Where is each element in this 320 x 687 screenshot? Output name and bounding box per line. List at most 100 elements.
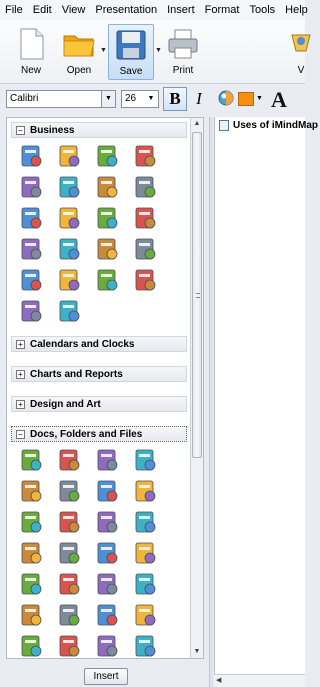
category-design-label: Design and Art [30, 398, 101, 410]
folder-refresh-icon[interactable] [57, 479, 81, 503]
panel-splitter[interactable] [209, 117, 213, 687]
new-label: New [20, 65, 41, 76]
print-label: Print [172, 65, 194, 76]
doc-copy-icon[interactable] [95, 510, 119, 534]
credit-card-gold-icon[interactable] [95, 175, 119, 199]
folder-add-icon[interactable] [95, 448, 119, 472]
folder-remove-icon[interactable] [19, 510, 43, 534]
scroll-down-icon[interactable]: ▼ [191, 646, 203, 658]
cabinet-blue-icon[interactable] [95, 206, 119, 230]
insert-button[interactable]: Insert [84, 668, 128, 685]
window-icon[interactable] [95, 572, 119, 596]
outline-root-item[interactable]: Uses of iMindMap [219, 120, 318, 131]
doc-lens-icon[interactable] [133, 448, 157, 472]
folder-brush-icon[interactable] [57, 634, 81, 658]
new-button[interactable]: New [8, 24, 54, 80]
doc-plain-icon[interactable] [95, 603, 119, 627]
scroll-up-icon[interactable]: ▲ [191, 118, 203, 130]
folders-icon[interactable] [133, 541, 157, 565]
category-docs-folders-files[interactable]: − Docs, Folders and Files [11, 426, 187, 442]
cart-remove-icon[interactable] [133, 175, 157, 199]
doc-add-icon[interactable] [19, 448, 43, 472]
category-charts-reports[interactable]: + Charts and Reports [11, 366, 187, 382]
folder-open-2-icon[interactable] [95, 541, 119, 565]
cabinet-icon[interactable] [57, 206, 81, 230]
folder-wrench-icon[interactable] [57, 510, 81, 534]
doc-stack-add-icon[interactable] [57, 448, 81, 472]
expand-icon[interactable]: + [16, 399, 25, 409]
office-building-blue-icon[interactable] [19, 268, 43, 292]
size-dropdown-icon[interactable]: ▼ [144, 91, 158, 107]
package-tag-icon[interactable] [95, 268, 119, 292]
expand-icon[interactable]: + [16, 339, 25, 349]
main-toolbar: New Open ▼ Save ▼ Print V [0, 20, 311, 84]
vertical-scrollbar[interactable]: ▲ ▼ [190, 118, 203, 658]
fill-color-dropdown-icon[interactable]: ▼ [256, 92, 264, 106]
receipt-icon[interactable] [57, 237, 81, 261]
doc-brush-icon[interactable] [95, 634, 119, 658]
coins-icon[interactable] [133, 144, 157, 168]
doc-image-icon[interactable] [57, 572, 81, 596]
doc-remove-icon[interactable] [95, 479, 119, 503]
scroll-thumb[interactable] [192, 132, 202, 458]
menu-format[interactable]: Format [200, 4, 245, 16]
doc-numbered-icon[interactable] [19, 634, 43, 658]
view-icon [284, 27, 318, 61]
italic-button[interactable]: I [190, 89, 208, 109]
menu-tools[interactable]: Tools [244, 4, 280, 16]
font-family-select[interactable]: Calibri ▼ [6, 90, 116, 108]
collapse-icon[interactable]: − [16, 429, 25, 439]
open-dropdown-icon[interactable]: ▼ [100, 46, 108, 56]
package-icon[interactable] [57, 268, 81, 292]
package-arrow-icon[interactable] [133, 268, 157, 292]
menu-view[interactable]: View [57, 4, 91, 16]
open-button[interactable]: Open [56, 24, 102, 80]
truck-icon[interactable] [57, 299, 81, 323]
fill-color-swatch[interactable] [238, 92, 254, 106]
color-picker-icon[interactable] [218, 89, 234, 107]
factory-icon[interactable] [19, 206, 43, 230]
category-calendars-clocks[interactable]: + Calendars and Clocks [11, 336, 187, 352]
doc-text-icon[interactable] [133, 603, 157, 627]
font-size-large-button[interactable]: A [271, 87, 287, 113]
cart-add-icon[interactable] [19, 144, 43, 168]
money-icon[interactable] [95, 237, 119, 261]
menu-insert[interactable]: Insert [162, 4, 200, 16]
handshake-icon[interactable] [133, 206, 157, 230]
clipart-panel: − Business + Calendars and Clocks + Char… [6, 117, 204, 659]
save-button[interactable]: Save [108, 24, 154, 80]
doc-pen-icon[interactable] [133, 634, 157, 658]
doc-checklist-icon[interactable] [133, 572, 157, 596]
bank-icon[interactable] [57, 144, 81, 168]
collapse-icon[interactable]: − [16, 125, 25, 135]
category-business[interactable]: − Business [11, 122, 187, 138]
print-button[interactable]: Print [160, 24, 206, 80]
outline-pane: Uses of iMindMap [214, 117, 318, 687]
expand-icon[interactable]: + [16, 369, 25, 379]
folder-open-icon[interactable] [19, 541, 43, 565]
credit-card-blue-icon[interactable] [57, 175, 81, 199]
cart-icon[interactable] [19, 299, 43, 323]
doc-music-icon[interactable] [57, 603, 81, 627]
horizontal-scrollbar[interactable]: ◀ [214, 674, 305, 687]
menu-help[interactable]: Help [280, 4, 313, 16]
folder-icon[interactable] [57, 541, 81, 565]
folder-arrow-icon[interactable] [133, 510, 157, 534]
font-dropdown-icon[interactable]: ▼ [101, 91, 115, 107]
doc-list-icon[interactable] [19, 572, 43, 596]
font-size-select[interactable]: 26 ▼ [121, 90, 159, 108]
office-building-icon[interactable] [133, 237, 157, 261]
bold-button[interactable]: B [163, 87, 187, 111]
scroll-left-icon[interactable]: ◀ [216, 676, 221, 684]
doc-stack-remove-icon[interactable] [133, 479, 157, 503]
menu-edit[interactable]: Edit [28, 4, 57, 16]
menu-file[interactable]: File [0, 4, 28, 16]
menu-presentation[interactable]: Presentation [90, 4, 162, 16]
credit-card-icon[interactable] [19, 175, 43, 199]
ledger-icon[interactable] [19, 237, 43, 261]
category-design-art[interactable]: + Design and Art [11, 396, 187, 412]
doc-blank-icon[interactable] [19, 479, 43, 503]
briefcase-icon[interactable] [95, 144, 119, 168]
doc-rotate-icon[interactable] [19, 603, 43, 627]
view-button[interactable]: V [278, 24, 320, 80]
